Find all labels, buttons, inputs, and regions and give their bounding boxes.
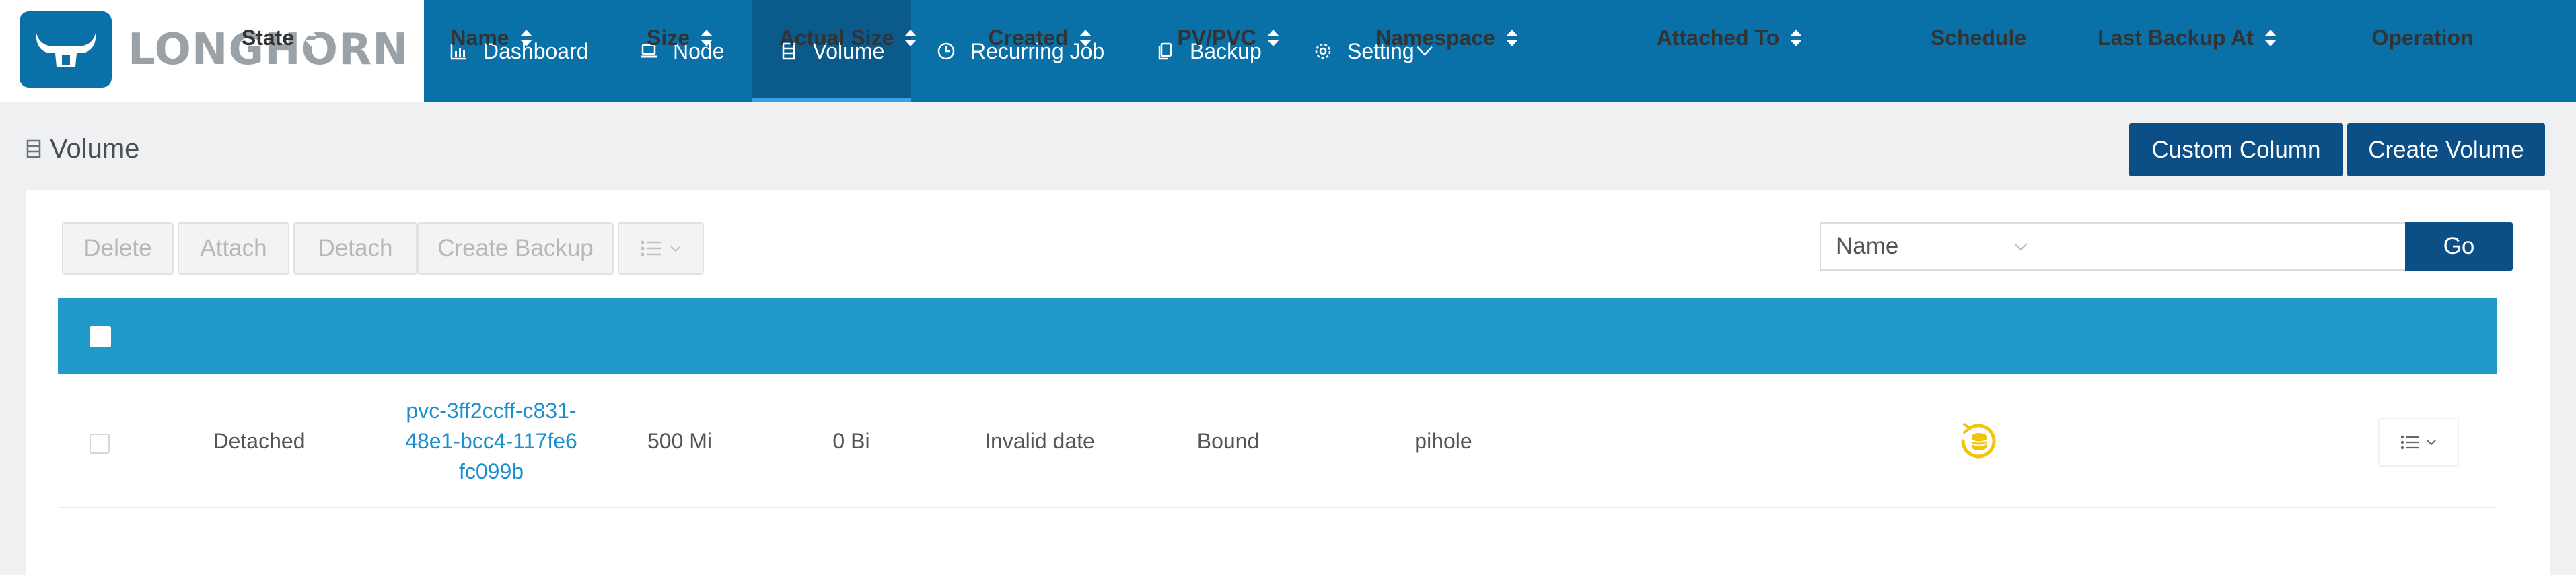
column-header-actual-size-label: Actual Size xyxy=(779,26,894,50)
select-all-checkbox[interactable] xyxy=(90,326,111,347)
clock-icon xyxy=(937,42,955,60)
sort-icon xyxy=(1790,30,1803,46)
cell-size: 500 Mi xyxy=(647,428,713,453)
column-header-state-label: State xyxy=(241,26,295,50)
column-header-name-label: Name xyxy=(450,26,509,50)
column-header-name[interactable]: Name xyxy=(410,0,572,76)
page-title: Volume xyxy=(26,132,139,166)
sort-icon xyxy=(1266,30,1279,46)
gear-icon xyxy=(1315,43,1331,59)
sort-icon xyxy=(701,30,713,46)
column-header-state[interactable]: State xyxy=(202,0,357,76)
column-header-operation-label: Operation xyxy=(2371,26,2474,50)
chevron-down-icon xyxy=(2427,440,2436,446)
column-header-size[interactable]: Size xyxy=(619,0,740,76)
column-header-pv-pvc-label: PV/PVC xyxy=(1177,26,1256,50)
table-header xyxy=(58,298,2497,374)
go-button[interactable]: Go xyxy=(2405,222,2513,271)
cell-schedule xyxy=(1911,374,2046,508)
search-field-select[interactable]: Name xyxy=(1820,222,2044,271)
cell-attached-to xyxy=(1629,374,1830,508)
column-header-created-label: Created xyxy=(988,26,1069,50)
column-header-last-backup-at[interactable]: Last Backup At xyxy=(2086,0,2288,76)
recurring-schedule-icon[interactable] xyxy=(1956,419,2001,463)
database-icon xyxy=(26,139,41,158)
cell-last-backup-at xyxy=(2086,374,2288,508)
sort-icon xyxy=(2264,30,2277,46)
longhorn-logo-icon xyxy=(20,11,112,88)
column-header-namespace-label: Namespace xyxy=(1375,26,1495,50)
page-title-text: Volume xyxy=(50,133,140,164)
column-header-operation: Operation xyxy=(2342,0,2503,76)
volume-name-link[interactable]: pvc-3ff2ccff-c831-48e1-bcc4-117fe6fc099b xyxy=(404,396,579,487)
cell-created: Invalid date xyxy=(985,428,1095,453)
column-header-attached-to[interactable]: Attached To xyxy=(1629,0,1830,76)
column-header-namespace[interactable]: Namespace xyxy=(1346,0,1548,76)
create-volume-button[interactable]: Create Volume xyxy=(2347,123,2545,176)
chevron-down-icon xyxy=(670,246,681,252)
delete-button[interactable]: Delete xyxy=(62,222,174,275)
sort-icon xyxy=(1079,30,1092,46)
column-header-schedule-label: Schedule xyxy=(1930,26,2027,50)
custom-column-button[interactable]: Custom Column xyxy=(2129,123,2343,176)
bulk-actions-dropdown[interactable] xyxy=(618,222,704,275)
column-header-actual-size[interactable]: Actual Size xyxy=(760,0,935,76)
create-backup-button[interactable]: Create Backup xyxy=(417,222,614,275)
sort-icon xyxy=(904,30,917,46)
attach-button[interactable]: Attach xyxy=(178,222,289,275)
sort-icon xyxy=(305,30,318,46)
list-icon xyxy=(2400,435,2419,450)
row-checkbox[interactable] xyxy=(90,434,110,454)
column-header-schedule: Schedule xyxy=(1898,0,2059,76)
cell-name: pvc-3ff2ccff-c831-48e1-bcc4-117fe6fc099b xyxy=(397,374,585,508)
column-header-attached-to-label: Attached To xyxy=(1656,26,1780,50)
column-header-pv-pvc[interactable]: PV/PVC xyxy=(1144,0,1312,76)
column-header-created[interactable]: Created xyxy=(956,0,1124,76)
chevron-down-icon xyxy=(2014,243,2028,251)
cell-actual-size: 0 Bi xyxy=(832,428,870,453)
column-header-last-backup-at-label: Last Backup At xyxy=(2098,26,2254,50)
sort-icon xyxy=(1505,30,1518,46)
operation-dropdown-button[interactable] xyxy=(2378,418,2459,467)
search-field-value: Name xyxy=(1836,233,1899,259)
column-header-size-label: Size xyxy=(646,26,690,50)
cell-pv-pvc: Bound xyxy=(1196,428,1260,453)
detach-button[interactable]: Detach xyxy=(293,222,417,275)
search-input[interactable] xyxy=(2043,222,2406,271)
cell-namespace: pihole xyxy=(1415,428,1472,453)
list-icon xyxy=(641,240,661,257)
cell-state: Detached xyxy=(213,428,306,453)
sort-icon xyxy=(520,30,532,46)
